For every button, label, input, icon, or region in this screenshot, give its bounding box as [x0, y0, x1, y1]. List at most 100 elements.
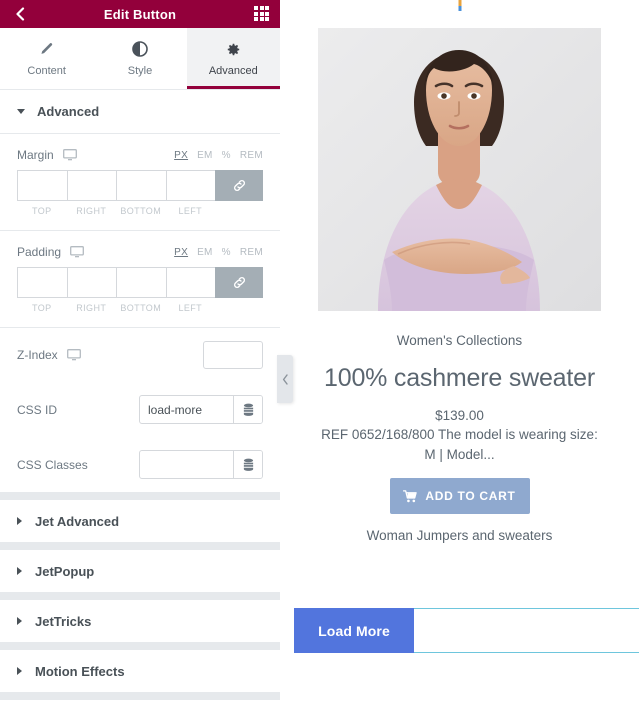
panel-tabs: Content Style Advanced — [0, 28, 280, 90]
css-classes-field — [139, 450, 263, 479]
padding-unit-percent[interactable]: % — [222, 247, 231, 258]
margin-label-left: LEFT — [178, 206, 203, 216]
shopping-cart-icon — [403, 489, 418, 503]
css-classes-control: CSS Classes — [0, 437, 280, 492]
panel-title: Edit Button — [103, 6, 177, 22]
accordion-jetpopup[interactable]: JetPopup — [0, 550, 280, 592]
editor-root: Edit Button Content Style Advanced Advan… — [0, 0, 639, 705]
padding-unit-switcher: PX EM % REM — [174, 247, 263, 258]
margin-top-input[interactable] — [17, 170, 67, 201]
page-preview: Women's Collections 100% cashmere sweate… — [280, 0, 639, 705]
add-to-cart-label: ADD TO CART — [425, 489, 516, 504]
margin-control: Margin PX EM % REM TOP RIGHT BOTTOM LEFT — [0, 134, 280, 226]
margin-label-right: RIGHT — [76, 206, 107, 216]
padding-left-input[interactable] — [165, 267, 215, 298]
load-more-widget-selection: Load More — [294, 608, 639, 653]
grid-menu-icon[interactable] — [254, 6, 270, 22]
desktop-monitor-icon[interactable] — [66, 349, 81, 361]
padding-label-left: LEFT — [178, 303, 203, 313]
pencil-icon — [39, 41, 54, 58]
padding-label: Padding — [17, 245, 62, 259]
margin-unit-em[interactable]: EM — [197, 150, 213, 161]
desktop-monitor-icon[interactable] — [62, 149, 77, 161]
panel-collapse-handle[interactable] — [277, 355, 293, 403]
accordion-jetpopup-label: JetPopup — [35, 563, 95, 579]
section-advanced-header[interactable]: Advanced — [0, 90, 280, 134]
caret-right-icon — [17, 617, 22, 625]
caret-down-icon — [17, 109, 25, 114]
tab-advanced[interactable]: Advanced — [186, 28, 280, 89]
advanced-controls-block: Margin PX EM % REM TOP RIGHT BOTTOM LEFT… — [0, 134, 280, 492]
margin-side-labels: TOP RIGHT BOTTOM LEFT — [17, 206, 263, 216]
css-id-input[interactable] — [140, 396, 233, 423]
accordion-motion-effects-label: Motion Effects — [35, 663, 125, 679]
padding-control-header: Padding PX EM % REM — [17, 245, 263, 259]
add-to-cart-button[interactable]: ADD TO CART — [389, 478, 530, 515]
css-id-control: CSS ID — [0, 382, 280, 437]
padding-link-values-button[interactable] — [215, 267, 263, 298]
margin-left-input[interactable] — [165, 170, 215, 201]
preview-top-marker — [458, 0, 461, 11]
margin-unit-rem[interactable]: REM — [240, 150, 263, 161]
padding-side-labels: TOP RIGHT BOTTOM LEFT — [17, 303, 263, 313]
dynamic-tags-icon[interactable] — [233, 396, 262, 423]
css-id-label: CSS ID — [17, 402, 58, 417]
padding-label-bottom: BOTTOM — [120, 303, 162, 313]
desktop-monitor-icon[interactable] — [70, 246, 84, 258]
caret-right-icon — [17, 567, 22, 575]
accordion-jet-advanced[interactable]: Jet Advanced — [0, 500, 280, 542]
margin-label: Margin — [17, 148, 54, 162]
margin-labels-spacer — [215, 206, 263, 216]
padding-unit-rem[interactable]: REM — [240, 247, 263, 258]
margin-unit-percent[interactable]: % — [222, 150, 231, 161]
margin-label-bottom: BOTTOM — [120, 206, 162, 216]
padding-labels-spacer — [215, 303, 263, 313]
z-index-control: Z-Index — [0, 328, 280, 382]
product-tags: Woman Jumpers and sweaters — [366, 528, 553, 544]
margin-link-values-button[interactable] — [215, 170, 263, 201]
product-category: Women's Collections — [396, 333, 523, 348]
margin-unit-px[interactable]: PX — [174, 150, 188, 161]
caret-right-icon — [17, 517, 22, 525]
section-advanced-label: Advanced — [37, 104, 100, 119]
dynamic-tags-icon[interactable] — [233, 451, 262, 478]
css-classes-label: CSS Classes — [17, 457, 88, 472]
padding-top-input[interactable] — [17, 267, 67, 298]
margin-right-input[interactable] — [66, 170, 116, 201]
padding-right-input[interactable] — [66, 267, 116, 298]
tab-content-label: Content — [27, 64, 66, 77]
back-chevron-icon[interactable] — [10, 4, 30, 24]
panel-header: Edit Button — [0, 0, 280, 28]
load-more-button[interactable]: Load More — [294, 608, 414, 653]
margin-bottom-input[interactable] — [116, 170, 166, 201]
caret-right-icon — [17, 667, 22, 675]
padding-unit-px[interactable]: PX — [174, 247, 188, 258]
z-index-label: Z-Index — [17, 348, 58, 362]
padding-label-right: RIGHT — [76, 303, 107, 313]
product-image — [318, 28, 601, 311]
margin-unit-switcher: PX EM % REM — [174, 150, 263, 161]
padding-label-top: TOP — [31, 303, 52, 313]
tab-style[interactable]: Style — [93, 28, 186, 89]
css-id-field — [139, 395, 263, 424]
padding-control: Padding PX EM % REM TOP RIGHT BOTTOM LEF… — [0, 231, 280, 323]
margin-control-header: Margin PX EM % REM — [17, 148, 263, 162]
padding-unit-em[interactable]: EM — [197, 247, 213, 258]
product-card: Women's Collections 100% cashmere sweate… — [318, 0, 601, 543]
margin-inputs-row — [17, 170, 263, 201]
padding-bottom-input[interactable] — [116, 267, 166, 298]
accordion-background[interactable]: Background — [0, 700, 280, 705]
accordion-motion-effects[interactable]: Motion Effects — [0, 650, 280, 692]
margin-label-top: TOP — [31, 206, 52, 216]
accordion-jettricks-label: JetTricks — [35, 613, 92, 629]
accordion-jet-advanced-label: Jet Advanced — [35, 513, 120, 529]
product-title: 100% cashmere sweater — [324, 364, 595, 392]
half-circle-contrast-icon — [132, 41, 148, 58]
tab-content[interactable]: Content — [0, 28, 93, 89]
z-index-input[interactable] — [203, 341, 263, 369]
padding-inputs-row — [17, 267, 263, 298]
css-classes-input[interactable] — [140, 451, 233, 478]
tab-advanced-label: Advanced — [208, 64, 258, 77]
accordion-jettricks[interactable]: JetTricks — [0, 600, 280, 642]
gear-icon — [226, 41, 241, 58]
